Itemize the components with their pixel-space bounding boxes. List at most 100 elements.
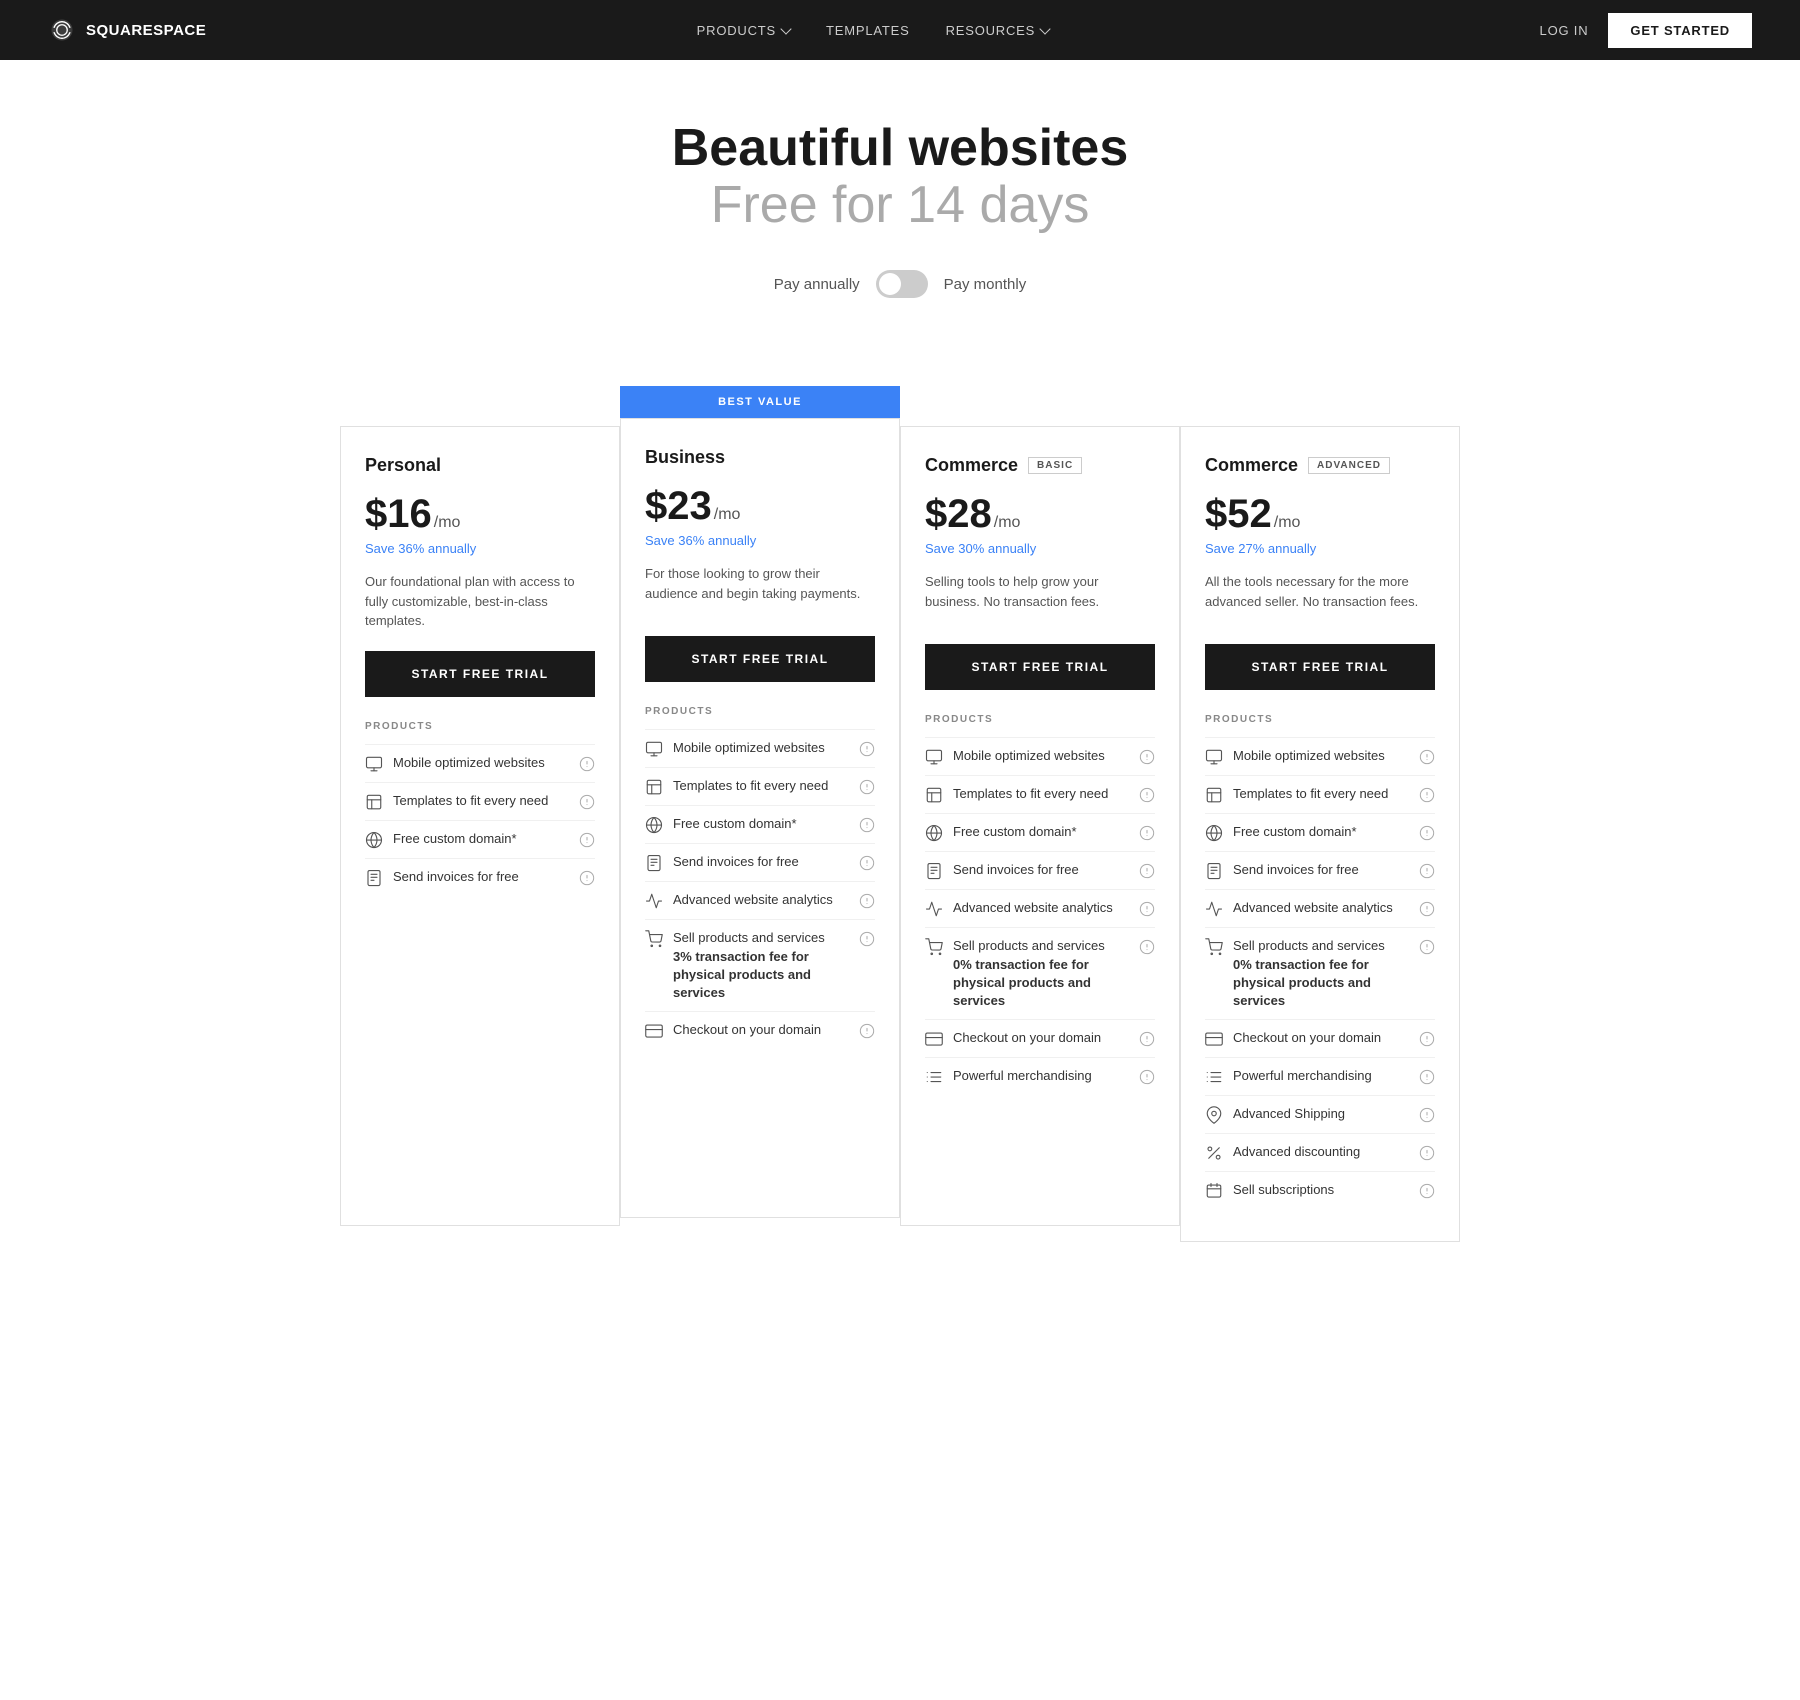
- start-trial-button[interactable]: START FREE TRIAL: [645, 636, 875, 682]
- info-icon[interactable]: [1419, 939, 1435, 955]
- feature-text: Sell products and services0% transaction…: [953, 937, 1131, 1010]
- monthly-label: Pay monthly: [944, 276, 1027, 293]
- start-trial-button[interactable]: START FREE TRIAL: [1205, 644, 1435, 690]
- info-icon[interactable]: [579, 756, 595, 772]
- globe-icon: [645, 816, 663, 834]
- info-icon[interactable]: [1139, 749, 1155, 765]
- template-icon: [365, 793, 383, 811]
- plan-price: $16/mo: [365, 492, 595, 537]
- info-icon[interactable]: [859, 1023, 875, 1039]
- info-icon[interactable]: [1419, 825, 1435, 841]
- start-trial-button[interactable]: START FREE TRIAL: [925, 644, 1155, 690]
- feature-left: Templates to fit every need: [1205, 785, 1411, 804]
- feature-left: Free custom domain*: [925, 823, 1131, 842]
- invoice-icon: [645, 854, 663, 872]
- info-icon[interactable]: [859, 817, 875, 833]
- feature-item: Send invoices for free: [1205, 851, 1435, 889]
- info-icon[interactable]: [859, 855, 875, 871]
- feature-text: Powerful merchandising: [1233, 1067, 1372, 1085]
- info-icon[interactable]: [1419, 863, 1435, 879]
- info-icon[interactable]: [1139, 901, 1155, 917]
- nav-templates[interactable]: TEMPLATES: [826, 23, 910, 38]
- nav-products[interactable]: PRODUCTS: [697, 23, 790, 38]
- feature-text: Free custom domain*: [393, 830, 517, 848]
- info-icon[interactable]: [1139, 825, 1155, 841]
- info-icon[interactable]: [1139, 863, 1155, 879]
- info-icon[interactable]: [1419, 749, 1435, 765]
- feature-text: Powerful merchandising: [953, 1067, 1092, 1085]
- start-trial-button[interactable]: START FREE TRIAL: [365, 651, 595, 697]
- info-icon[interactable]: [1419, 1069, 1435, 1085]
- price-save: Save 36% annually: [365, 541, 595, 556]
- info-icon[interactable]: [1139, 1069, 1155, 1085]
- invoice-icon: [1205, 862, 1223, 880]
- feature-text: Advanced discounting: [1233, 1143, 1360, 1161]
- feature-item: Send invoices for free: [925, 851, 1155, 889]
- info-icon[interactable]: [1419, 787, 1435, 803]
- info-icon[interactable]: [1419, 1107, 1435, 1123]
- plan-badge: BASIC: [1028, 457, 1082, 474]
- hero-title-line1: Beautiful websites: [20, 120, 1780, 177]
- credit-card-icon: [1205, 1030, 1223, 1048]
- info-icon[interactable]: [579, 832, 595, 848]
- analytics-icon: [925, 900, 943, 918]
- feature-item: Sell subscriptions: [1205, 1171, 1435, 1209]
- banner-spacer: [900, 386, 1180, 426]
- hero-title-line2: Free for 14 days: [20, 177, 1780, 234]
- credit-card-icon: [645, 1022, 663, 1040]
- feature-text: Templates to fit every need: [1233, 785, 1388, 803]
- info-icon[interactable]: [1419, 1031, 1435, 1047]
- template-icon: [925, 786, 943, 804]
- info-icon[interactable]: [1419, 1145, 1435, 1161]
- subscription-icon: [1205, 1182, 1223, 1200]
- feature-left: Advanced discounting: [1205, 1143, 1411, 1162]
- billing-switch[interactable]: [876, 270, 928, 298]
- feature-left: Mobile optimized websites: [365, 754, 571, 773]
- info-icon[interactable]: [859, 779, 875, 795]
- price-save: Save 27% annually: [1205, 541, 1435, 556]
- feature-left: Mobile optimized websites: [645, 739, 851, 758]
- plan-price: $28/mo: [925, 492, 1155, 537]
- feature-item: Free custom domain*: [1205, 813, 1435, 851]
- plan-wrapper-business: BEST VALUEBusiness$23/moSave 36% annuall…: [620, 386, 900, 1218]
- feature-item: Powerful merchandising: [1205, 1057, 1435, 1095]
- feature-item: Free custom domain*: [365, 820, 595, 858]
- price-amount: $52: [1205, 492, 1272, 537]
- feature-item: Sell products and services0% transaction…: [925, 927, 1155, 1019]
- cart-icon: [925, 938, 943, 956]
- feature-left: Advanced Shipping: [1205, 1105, 1411, 1124]
- info-icon[interactable]: [859, 741, 875, 757]
- plan-card-commerce-basic: CommerceBASIC$28/moSave 30% annuallySell…: [900, 426, 1180, 1226]
- pricing-section: Personal$16/moSave 36% annuallyOur found…: [320, 386, 1480, 1322]
- plan-name: Business: [645, 447, 875, 468]
- annually-label: Pay annually: [774, 276, 860, 293]
- info-icon[interactable]: [579, 870, 595, 886]
- info-icon[interactable]: [579, 794, 595, 810]
- info-icon[interactable]: [859, 931, 875, 947]
- info-icon[interactable]: [1139, 787, 1155, 803]
- price-save: Save 36% annually: [645, 533, 875, 548]
- plan-name: Personal: [365, 455, 595, 476]
- feature-left: Send invoices for free: [1205, 861, 1411, 880]
- billing-toggle: Pay annually Pay monthly: [20, 270, 1780, 298]
- nav-resources[interactable]: RESOURCES: [946, 23, 1050, 38]
- plan-description: Selling tools to help grow your business…: [925, 572, 1155, 624]
- feature-text: Send invoices for free: [953, 861, 1079, 879]
- info-icon[interactable]: [1139, 939, 1155, 955]
- price-amount: $28: [925, 492, 992, 537]
- feature-text: Advanced website analytics: [953, 899, 1113, 917]
- info-icon[interactable]: [1139, 1031, 1155, 1047]
- get-started-button[interactable]: GET STARTED: [1608, 13, 1752, 48]
- feature-text: Mobile optimized websites: [1233, 747, 1385, 765]
- feature-item: Mobile optimized websites: [645, 729, 875, 767]
- banner-spacer: [1180, 386, 1460, 426]
- feature-left: Advanced website analytics: [1205, 899, 1411, 918]
- info-icon[interactable]: [859, 893, 875, 909]
- info-icon[interactable]: [1419, 1183, 1435, 1199]
- plan-card-commerce-advanced: CommerceADVANCED$52/moSave 27% annuallyA…: [1180, 426, 1460, 1242]
- login-link[interactable]: LOG IN: [1540, 23, 1589, 38]
- feature-text: Mobile optimized websites: [393, 754, 545, 772]
- logo[interactable]: SQUARESPACE: [48, 16, 206, 44]
- feature-text: Free custom domain*: [953, 823, 1077, 841]
- info-icon[interactable]: [1419, 901, 1435, 917]
